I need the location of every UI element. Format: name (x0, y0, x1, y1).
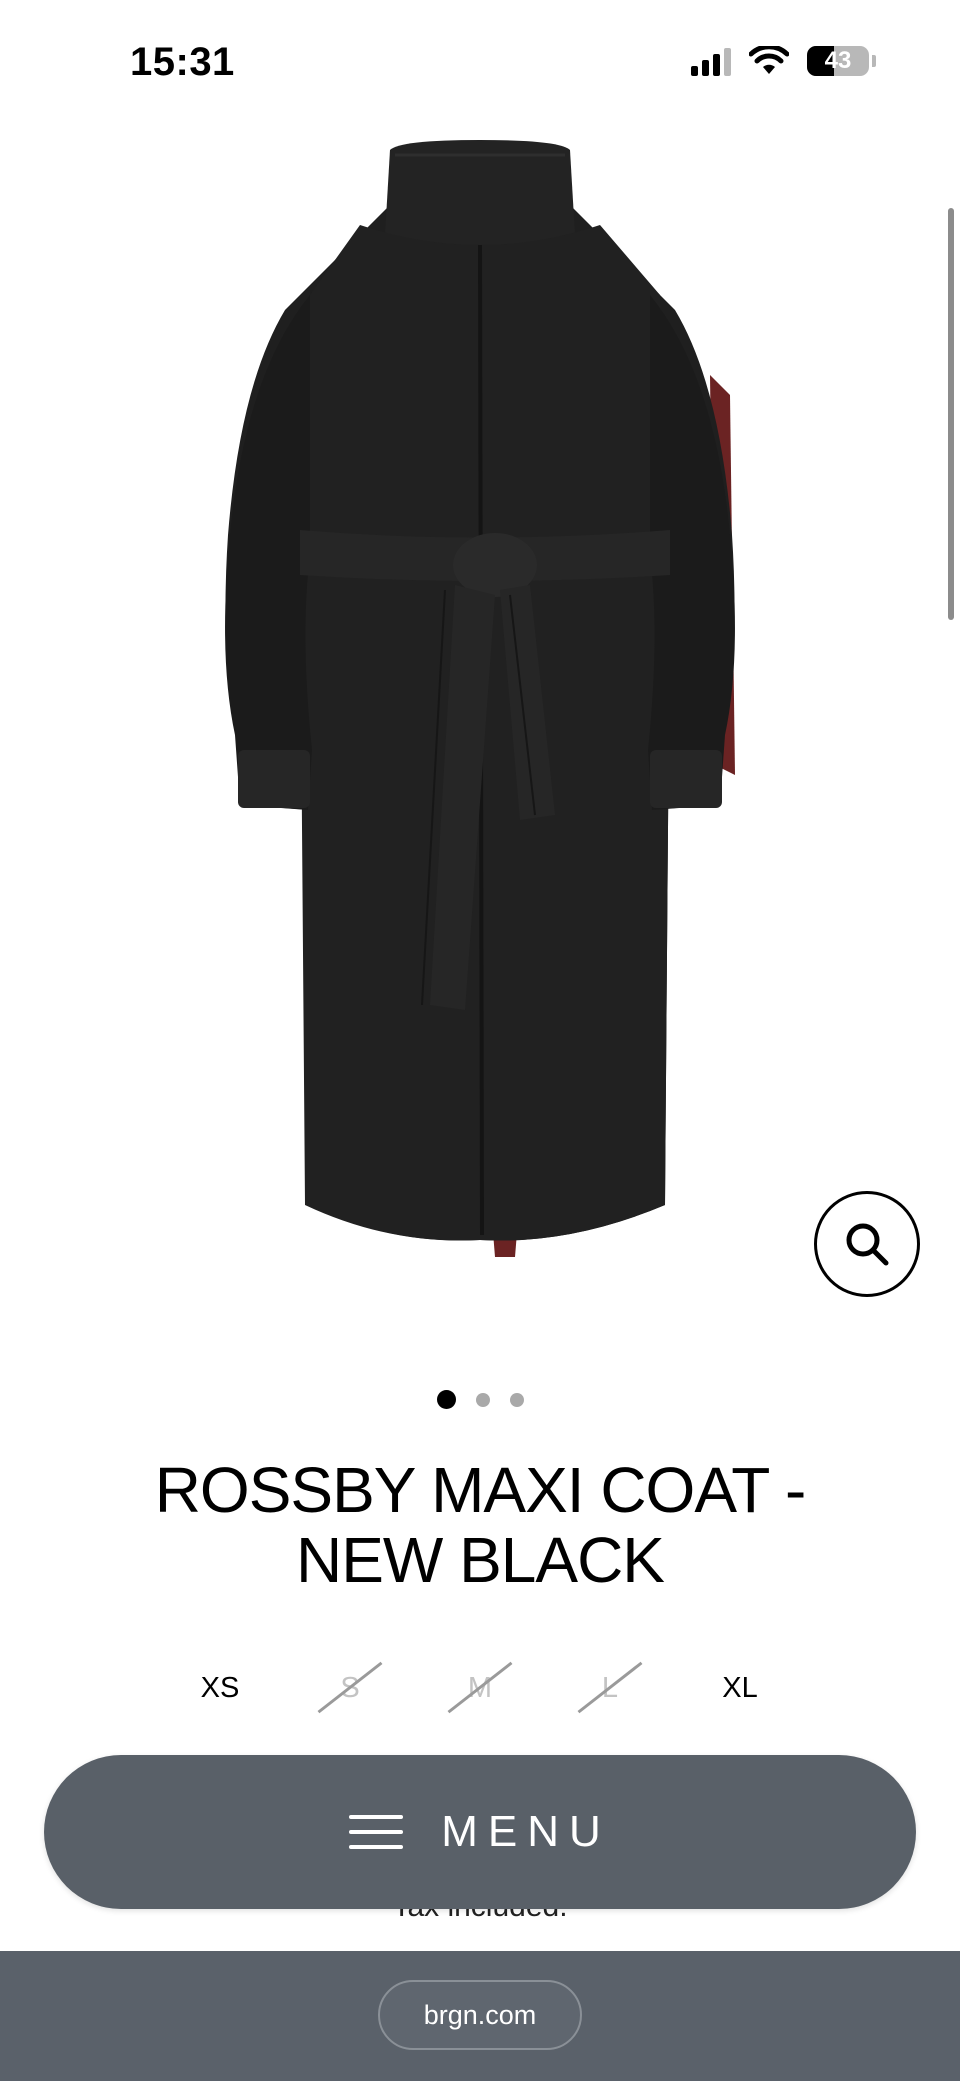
carousel-dot-1[interactable] (436, 1390, 456, 1409)
product-title: ROSSBY MAXI COAT - NEW BLACK (80, 1455, 880, 1595)
hamburger-icon (349, 1815, 404, 1849)
address-bar[interactable]: brgn.com (378, 1980, 582, 2050)
menu-button[interactable]: MENU (44, 1755, 916, 1909)
url-text: brgn.com (423, 1999, 537, 2030)
size-selector: XS S M L XL (160, 1650, 800, 1726)
status-bar: 15:31 43 (0, 0, 960, 120)
search-icon (846, 1223, 889, 1266)
coat-image[interactable] (190, 135, 770, 1275)
size-option-xl[interactable]: XL (680, 1650, 800, 1726)
product-title-line-1: ROSSBY MAXI COAT - (154, 1454, 807, 1526)
carousel-dot-2[interactable] (475, 1392, 490, 1407)
battery-level: 43 (824, 47, 852, 74)
status-time: 15:31 (130, 40, 235, 84)
product-title-line-2: NEW BLACK (296, 1524, 665, 1596)
image-carousel-dots (0, 1390, 960, 1409)
browser-toolbar: brgn.com (0, 1951, 960, 2081)
unavailable-strike (317, 1661, 383, 1714)
size-option-m[interactable]: M (420, 1650, 540, 1726)
size-option-s[interactable]: S (290, 1650, 410, 1726)
carousel-dot-3[interactable] (509, 1392, 524, 1407)
product-page: 15:31 43 ROSSBY MAXI COAT - NEW BLACK XS… (0, 0, 960, 2081)
status-icons: 43 (691, 46, 876, 76)
signal-icon (691, 46, 731, 76)
size-label: XS (200, 1671, 240, 1704)
scrollbar[interactable] (948, 208, 954, 620)
unavailable-strike (577, 1661, 643, 1714)
menu-label: MENU (441, 1807, 611, 1856)
size-label: XL (722, 1671, 758, 1704)
unavailable-strike (447, 1661, 513, 1714)
zoom-button[interactable] (814, 1191, 920, 1297)
size-option-xs[interactable]: XS (160, 1650, 280, 1726)
wifi-icon (749, 46, 789, 74)
size-option-l[interactable]: L (550, 1650, 670, 1726)
battery-icon: 43 (807, 46, 869, 76)
